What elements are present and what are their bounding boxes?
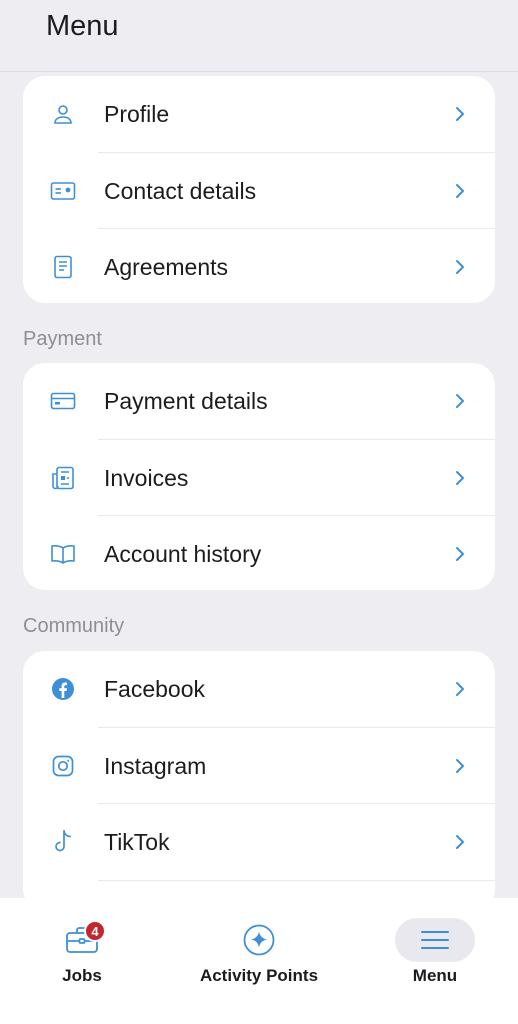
tiktok-icon xyxy=(49,828,77,856)
facebook-icon xyxy=(49,675,77,703)
menu-item-label: Facebook xyxy=(104,676,206,703)
chevron-right-icon xyxy=(456,835,464,850)
menu-item-label: Invoices xyxy=(104,464,189,491)
nav-tab-activity-points[interactable]: Activity Points xyxy=(188,898,330,1024)
menu-item-agreements[interactable]: Agreements xyxy=(23,229,495,303)
page-title: Menu xyxy=(46,10,119,42)
account-card: Profile Contact details Agreements xyxy=(23,76,495,303)
credit-card-icon xyxy=(49,387,77,415)
sparkle-icon xyxy=(243,924,275,956)
chevron-right-icon xyxy=(456,758,464,773)
book-icon xyxy=(49,540,77,568)
menu-item-profile[interactable]: Profile xyxy=(23,76,495,153)
menu-item-tiktok[interactable]: TikTok xyxy=(23,804,495,881)
menu-item-facebook[interactable]: Facebook xyxy=(23,651,495,728)
chevron-right-icon xyxy=(456,394,464,409)
nav-icon-wrapper xyxy=(219,918,299,962)
nav-icon-wrapper xyxy=(395,918,475,962)
nav-icon-wrapper: 4 xyxy=(42,918,122,962)
invoice-icon xyxy=(49,464,77,492)
chevron-right-icon xyxy=(456,183,464,198)
nav-tab-menu[interactable]: Menu xyxy=(395,898,475,1024)
menu-item-label: Payment details xyxy=(104,388,268,415)
top-bar: Menu xyxy=(0,0,518,72)
community-card: Facebook Instagram TikTok xyxy=(23,651,495,911)
nav-tab-label: Menu xyxy=(412,966,458,985)
menu-item-instagram[interactable]: Instagram xyxy=(23,728,495,804)
id-card-icon xyxy=(49,177,77,205)
chevron-right-icon xyxy=(456,260,464,275)
chevron-right-icon xyxy=(456,470,464,485)
notification-badge: 4 xyxy=(84,920,106,942)
chevron-right-icon xyxy=(456,547,464,562)
bottom-navigation: 4 Jobs Activity Points Menu xyxy=(0,898,518,1024)
menu-item-contact-details[interactable]: Contact details xyxy=(23,153,495,229)
menu-item-label: Account history xyxy=(104,541,262,568)
person-icon xyxy=(49,100,77,128)
menu-item-label: Profile xyxy=(104,101,170,128)
nav-tab-jobs[interactable]: 4 Jobs xyxy=(42,898,122,1024)
section-title-community: Community xyxy=(23,615,125,637)
nav-tab-label: Jobs xyxy=(62,966,102,985)
menu-item-label: TikTok xyxy=(104,829,170,856)
menu-item-invoices[interactable]: Invoices xyxy=(23,440,495,516)
hamburger-icon xyxy=(421,931,449,949)
chevron-right-icon xyxy=(456,682,464,697)
nav-tab-label: Activity Points xyxy=(199,966,319,985)
menu-item-account-history[interactable]: Account history xyxy=(23,516,495,590)
payment-card: Payment details Invoices Account history xyxy=(23,363,495,590)
menu-item-payment-details[interactable]: Payment details xyxy=(23,363,495,440)
menu-item-label: Instagram xyxy=(104,752,207,779)
menu-item-label: Contact details xyxy=(104,177,257,204)
menu-screen: Menu Profile Contact details Agreements … xyxy=(0,0,518,1024)
divider xyxy=(98,879,495,881)
menu-item-label: Agreements xyxy=(104,254,229,281)
document-icon xyxy=(49,253,77,281)
chevron-right-icon xyxy=(456,107,464,122)
section-title-payment: Payment xyxy=(23,328,102,350)
instagram-icon xyxy=(49,752,77,780)
